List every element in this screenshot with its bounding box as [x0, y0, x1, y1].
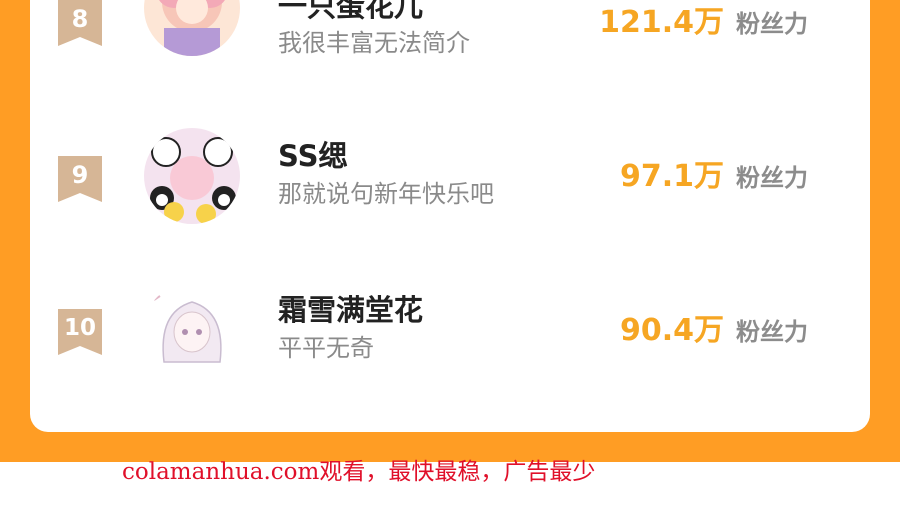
avatar[interactable] [144, 128, 240, 224]
avatar[interactable] [144, 282, 240, 378]
avatar[interactable] [144, 0, 240, 56]
user-name[interactable]: 一只蛋花儿 [278, 0, 423, 24]
rank-number: 8 [71, 5, 89, 33]
rank-ribbon-icon: 9 [58, 156, 102, 202]
fans-unit-label: 粉丝力 [736, 10, 808, 38]
fans-count: 90.4万 [619, 313, 724, 348]
fans-count: 121.4万 [599, 5, 724, 40]
fans-unit-label: 粉丝力 [736, 318, 808, 346]
user-bio: 那就说句新年快乐吧 [278, 180, 494, 208]
ranking-card: 8 一只蛋花儿 我很丰富无法简介 121.4万 粉丝力 9 SS缌 那就说句新年… [30, 0, 870, 432]
fans-count: 97.1万 [619, 159, 724, 194]
user-name[interactable]: SS缌 [278, 138, 347, 174]
rank-ribbon-icon: 10 [58, 309, 102, 355]
watermark-text: colamanhua.com观看，最快最稳，广告最少 [122, 459, 596, 485]
fans-unit-label: 粉丝力 [736, 164, 808, 192]
user-name[interactable]: 霜雪满堂花 [278, 292, 423, 328]
ranking-row[interactable]: 9 SS缌 那就说句新年快乐吧 97.1万 粉丝力 [30, 116, 870, 236]
ranking-row[interactable]: 10 霜雪满堂花 平平无奇 90.4万 粉丝力 [30, 270, 870, 390]
user-bio: 我很丰富无法简介 [278, 29, 470, 57]
rank-ribbon-icon: 8 [58, 0, 102, 46]
ranking-row[interactable]: 8 一只蛋花儿 我很丰富无法简介 121.4万 粉丝力 [30, 0, 870, 80]
rank-number: 9 [71, 161, 89, 189]
rank-number: 10 [63, 315, 96, 341]
user-bio: 平平无奇 [278, 334, 374, 362]
